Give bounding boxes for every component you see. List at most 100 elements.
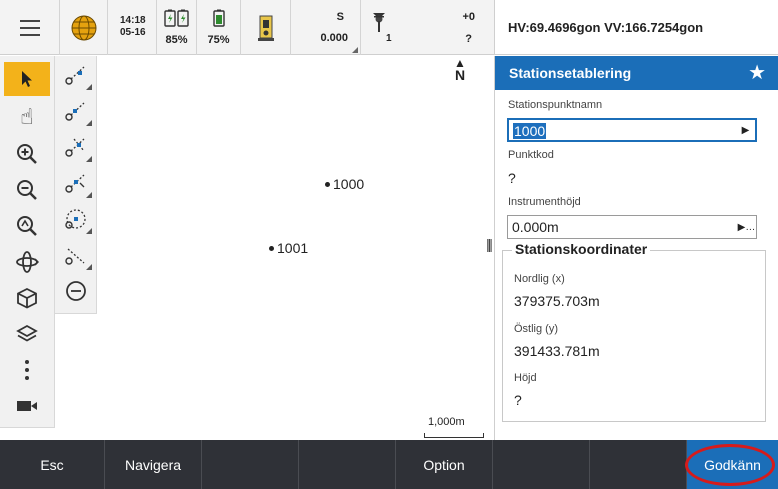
more-tools-button[interactable]	[4, 353, 50, 387]
battery-status-2[interactable]: 75%	[197, 0, 241, 55]
softkey-empty-3[interactable]	[493, 440, 590, 489]
map-view[interactable]: ☝ ▲ N 1000 1001 1,000m |||	[0, 56, 494, 440]
navigate-button[interactable]: Navigera	[105, 440, 202, 489]
elevation-value: ?	[514, 392, 522, 408]
station-name-label: Stationspunktnamn	[508, 99, 603, 111]
prism-icon	[373, 13, 385, 32]
3d-view-tool[interactable]	[4, 281, 50, 315]
status-bar: 14:18 05-16 85% 75% S 0.000 1 +0 ?	[0, 0, 494, 55]
corner-indicator	[86, 264, 92, 270]
gnss-status-button[interactable]	[60, 0, 108, 55]
prism-button[interactable]: 1 +0 ?	[361, 0, 494, 55]
scale-label: 1,000m	[428, 416, 465, 428]
instrument-height-label: Instrumenthöjd	[508, 196, 581, 208]
battery-2-percent: 75%	[207, 34, 230, 46]
snap-end-tool[interactable]	[58, 58, 94, 92]
station-name-value: 1000	[513, 123, 547, 139]
snap-toolbar	[55, 56, 97, 314]
snap-mid-tool[interactable]	[58, 94, 94, 128]
softkey-empty-4[interactable]	[590, 440, 687, 489]
time-text: 14:18	[120, 15, 146, 26]
map-point[interactable]: 1001	[269, 240, 308, 256]
battery-charging-icon	[163, 9, 189, 27]
orbit-tool[interactable]	[4, 245, 50, 279]
easting-label: Östlig (y)	[514, 323, 558, 335]
datetime-button[interactable]: 14:18 05-16	[108, 0, 157, 55]
favorite-star-icon[interactable]: ★	[748, 63, 766, 83]
map-point[interactable]: 1000	[325, 176, 364, 192]
esc-button[interactable]: Esc	[0, 440, 105, 489]
snap-intersect-icon	[65, 138, 85, 157]
easting-value: 391433.781m	[514, 343, 600, 359]
zoom-in-tool[interactable]	[4, 137, 50, 171]
corner-indicator	[352, 47, 358, 53]
play-more-icon: ▶…	[737, 221, 756, 233]
instrument-button[interactable]	[241, 0, 291, 55]
measure-mode-button[interactable]: S 0.000	[291, 0, 361, 55]
measure-mode: S	[336, 11, 344, 23]
zoom-out-tool[interactable]	[4, 173, 50, 207]
instrument-height-value: 0.000m	[512, 219, 559, 235]
zoom-extents-tool[interactable]	[4, 209, 50, 243]
snap-center-tool[interactable]	[58, 202, 94, 236]
menu-icon-line	[19, 26, 40, 29]
zoom-in-icon	[17, 144, 37, 164]
coordinates-title: Stationskoordinater	[512, 241, 651, 257]
corner-indicator	[86, 120, 92, 126]
point-code-label: Punktkod	[508, 149, 554, 161]
softkey-empty-1[interactable]	[202, 440, 299, 489]
point-code-value: ?	[508, 170, 516, 186]
northing-value: 379375.703m	[514, 293, 600, 309]
layers-icon	[16, 324, 38, 342]
angle-readout: HV:69.4696gon VV:166.7254gon	[494, 0, 778, 55]
more-icon	[25, 360, 29, 380]
select-tool[interactable]	[4, 62, 50, 96]
play-arrow-icon: ▶	[741, 124, 750, 136]
video-button[interactable]	[4, 389, 50, 423]
scale-bar	[424, 433, 484, 438]
snap-center-icon	[65, 209, 86, 229]
snap-off-icon	[66, 281, 86, 301]
point-label: 1000	[333, 176, 365, 192]
station-setup-panel: Stationsetablering ★ Stationspunktnamn 1…	[494, 56, 778, 440]
snap-off-tool[interactable]	[58, 274, 94, 308]
instrument-height-field[interactable]: 0.000m ▶…	[507, 215, 757, 239]
menu-button[interactable]	[0, 0, 60, 55]
measure-value: 0.000	[320, 32, 348, 44]
battery-status-1[interactable]: 85%	[157, 0, 197, 55]
point-label: 1001	[277, 240, 309, 256]
snap-perp-icon	[65, 174, 85, 193]
station-name-field[interactable]: 1000 ▶	[507, 118, 757, 142]
zoom-extents-icon	[17, 216, 37, 236]
corner-indicator	[86, 84, 92, 90]
snap-line-icon	[65, 248, 85, 265]
elevation-label: Höjd	[514, 372, 537, 384]
pan-hand-icon: ☝	[20, 104, 34, 129]
snap-mid-icon	[65, 102, 85, 121]
softkey-empty-2[interactable]	[299, 440, 396, 489]
corner-indicator	[86, 156, 92, 162]
prism-height: ?	[465, 33, 472, 45]
globe-icon	[71, 15, 96, 40]
softkey-bar: Esc Navigera Option Godkänn	[0, 440, 778, 489]
date-text: 05-16	[120, 27, 146, 38]
battery-1-percent: 85%	[165, 34, 188, 46]
snap-intersect-tool[interactable]	[58, 130, 94, 164]
station-name-picker-button[interactable]: ▶	[735, 120, 755, 140]
select-arrow-icon	[22, 71, 32, 87]
north-arrow: ▲ N	[453, 57, 467, 82]
prism-offset: +0	[462, 11, 475, 23]
pan-tool[interactable]: ☝	[4, 100, 50, 134]
zoom-out-icon	[17, 180, 37, 200]
layers-tool[interactable]	[4, 317, 50, 351]
accept-button[interactable]: Godkänn	[687, 440, 778, 489]
panel-title: Stationsetablering	[509, 65, 632, 81]
map-toolbar: ☝	[0, 56, 55, 428]
instrument-height-options-button[interactable]: ▶…	[736, 216, 756, 238]
snap-line-tool[interactable]	[58, 238, 94, 272]
snap-perp-tool[interactable]	[58, 166, 94, 200]
panel-splitter-handle[interactable]: |||	[486, 236, 493, 252]
cube-view-icon	[17, 287, 37, 309]
option-button[interactable]: Option	[396, 440, 493, 489]
battery-icon	[212, 9, 225, 27]
